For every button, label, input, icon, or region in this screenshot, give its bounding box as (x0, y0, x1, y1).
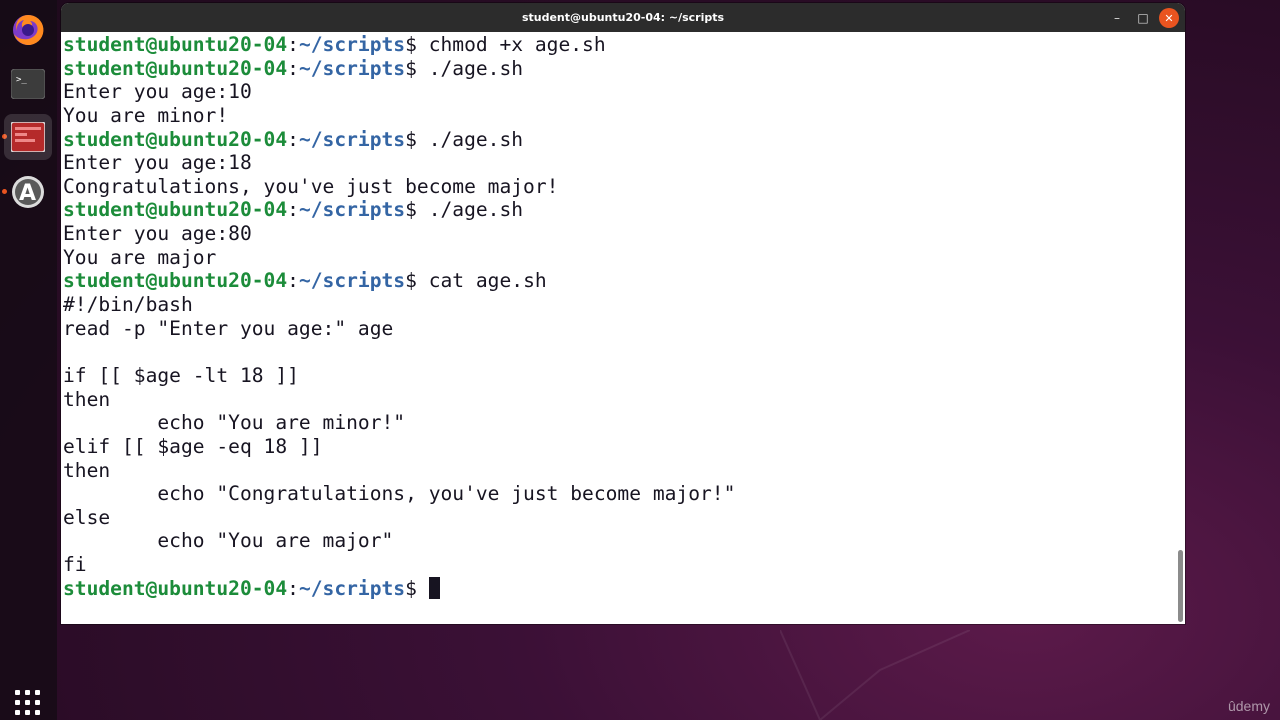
prompt-user: student@ubuntu20-04 (63, 56, 288, 80)
output-text: read -p "Enter you age:" age (63, 316, 394, 340)
command-text: cat age.sh (416, 269, 547, 293)
output-line: Enter you age:80 (63, 222, 735, 246)
dock: >_ A (0, 0, 57, 720)
terminal-area[interactable]: student@ubuntu20-04:~/scripts$ chmod +x … (61, 32, 1185, 624)
prompt-user: student@ubuntu20-04 (63, 576, 288, 600)
output-line: read -p "Enter you age:" age (63, 317, 735, 341)
output-text: elif [[ $age -eq 18 ]] (63, 434, 323, 458)
prompt-symbol: $ (405, 576, 417, 600)
output-line: #!/bin/bash (63, 293, 735, 317)
output-text: if [[ $age -lt 18 ]] (63, 363, 299, 387)
prompt-path: ~/scripts (298, 269, 406, 293)
output-line: if [[ $age -lt 18 ]] (63, 364, 735, 388)
prompt-symbol: $ (405, 198, 417, 222)
text-cursor (428, 576, 440, 599)
title-bar[interactable]: student@ubuntu20-04: ~/scripts – □ ✕ (61, 3, 1185, 32)
prompt-line: student@ubuntu20-04:~/scripts$ ./age.sh (63, 198, 524, 222)
output-text: You are minor! (63, 103, 229, 127)
minimize-button[interactable]: – (1107, 8, 1127, 28)
terminal-output: student@ubuntu20-04:~/scripts$ chmod +x … (63, 33, 735, 600)
prompt-path: ~/scripts (298, 127, 406, 151)
udemy-watermark: ûdemy (1227, 698, 1270, 714)
output-text: echo "Congratulations, you've just becom… (63, 482, 736, 506)
terminal-launcher[interactable]: >_ (8, 64, 48, 104)
red-app-icon (11, 122, 45, 152)
output-line: fi (63, 553, 735, 577)
scrollbar[interactable] (1178, 550, 1183, 622)
prompt-line: student@ubuntu20-04:~/scripts$ cat age.s… (63, 269, 547, 293)
output-text: then (63, 458, 111, 482)
output-line: Enter you age:18 (63, 151, 735, 175)
prompt-line: student@ubuntu20-04:~/scripts$ ./age.sh (63, 127, 524, 151)
prompt-path: ~/scripts (298, 56, 406, 80)
wallpaper-decoration (780, 630, 970, 720)
show-applications-icon[interactable] (15, 690, 41, 716)
prompt-symbol: $ (405, 33, 417, 56)
prompt-path: ~/scripts (298, 33, 406, 56)
output-line: You are major (63, 246, 735, 270)
output-line: echo "Congratulations, you've just becom… (63, 482, 735, 506)
prompt-symbol: $ (405, 269, 417, 293)
prompt-line: student@ubuntu20-04:~/scripts$ (63, 576, 735, 601)
output-line: You are minor! (63, 104, 735, 128)
command-text: ./age.sh (416, 127, 524, 151)
running-indicator (2, 189, 7, 194)
terminal-icon: >_ (11, 69, 45, 99)
prompt-line: student@ubuntu20-04:~/scripts$ ./age.sh (63, 56, 524, 80)
output-line: echo "You are major" (63, 529, 735, 553)
output-text: Enter you age:10 (63, 80, 252, 104)
command-text: ./age.sh (416, 198, 524, 222)
software-center-icon: A (12, 176, 44, 208)
output-text: #!/bin/bash (63, 293, 193, 317)
prompt-user: student@ubuntu20-04 (63, 198, 288, 222)
prompt-user: student@ubuntu20-04 (63, 33, 288, 56)
command-text: ./age.sh (416, 56, 524, 80)
output-line: then (63, 388, 735, 412)
output-text: else (63, 505, 111, 529)
firefox-icon (13, 14, 44, 45)
prompt-user: student@ubuntu20-04 (63, 269, 288, 293)
prompt-symbol: $ (405, 56, 417, 80)
prompt-path: ~/scripts (298, 576, 406, 600)
output-line: elif [[ $age -eq 18 ]] (63, 435, 735, 459)
window-title: student@ubuntu20-04: ~/scripts (521, 11, 725, 24)
output-line: else (63, 506, 735, 530)
prompt-user: student@ubuntu20-04 (63, 127, 288, 151)
svg-text:>_: >_ (16, 75, 27, 85)
firefox-launcher[interactable] (8, 10, 48, 50)
window-controls: – □ ✕ (1107, 8, 1179, 28)
svg-text:A: A (19, 181, 36, 206)
output-line: Congratulations, you've just become majo… (63, 175, 735, 199)
output-text: Congratulations, you've just become majo… (63, 174, 559, 198)
output-line: then (63, 459, 735, 483)
close-button[interactable]: ✕ (1159, 8, 1179, 28)
output-text: You are major (63, 245, 217, 269)
terminal-window: student@ubuntu20-04: ~/scripts – □ ✕ stu… (61, 3, 1185, 624)
software-center-launcher[interactable]: A (8, 172, 48, 212)
command-text (417, 577, 429, 600)
output-text: then (63, 387, 111, 411)
output-text: Enter you age:80 (63, 222, 252, 246)
command-text: chmod +x age.sh (416, 33, 606, 56)
active-app-launcher[interactable] (4, 114, 52, 160)
prompt-line: student@ubuntu20-04:~/scripts$ chmod +x … (63, 33, 606, 56)
prompt-path: ~/scripts (298, 198, 406, 222)
output-text: echo "You are minor!" (63, 411, 406, 435)
output-text: fi (63, 553, 87, 577)
maximize-button[interactable]: □ (1133, 8, 1153, 28)
output-line: Enter you age:10 (63, 80, 735, 104)
prompt-symbol: $ (405, 127, 417, 151)
output-text: Enter you age:18 (63, 151, 252, 175)
output-text: echo "You are major" (63, 529, 394, 553)
output-line: echo "You are minor!" (63, 411, 735, 435)
